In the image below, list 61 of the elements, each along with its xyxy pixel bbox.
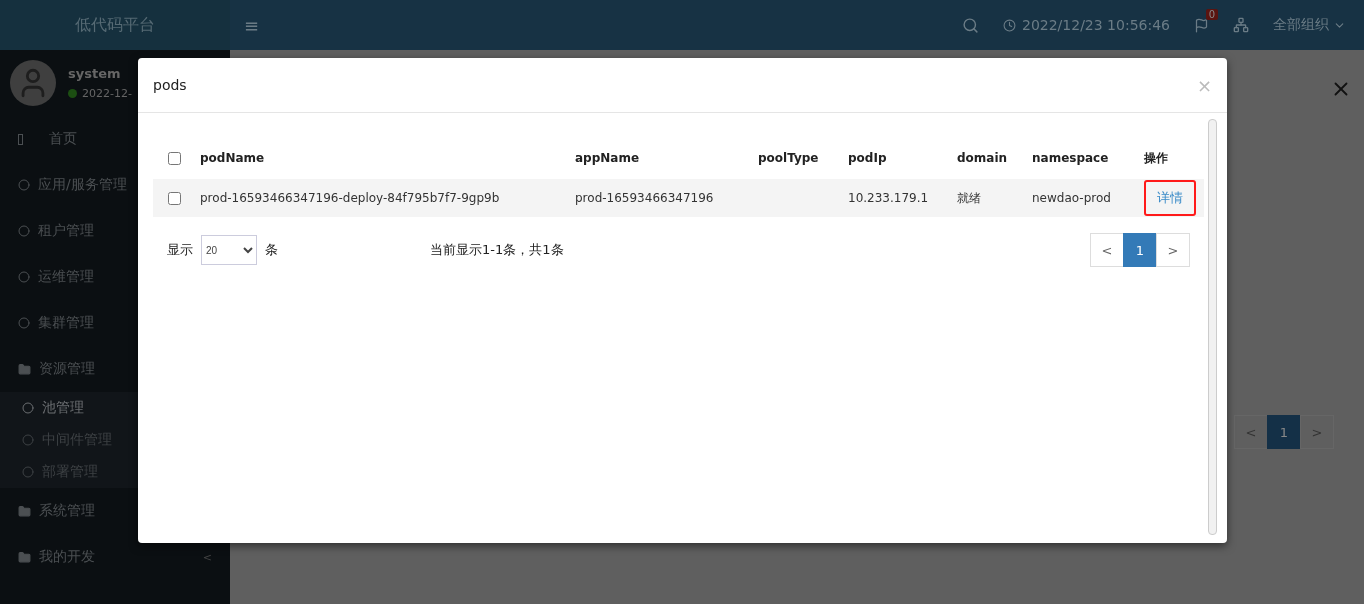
page-button[interactable]: > [1156, 233, 1190, 267]
close-button[interactable]: × [1196, 74, 1212, 96]
select-all-checkbox[interactable] [168, 151, 181, 165]
notification-badge: 0 [1205, 8, 1218, 20]
page-button[interactable]: 1 [1267, 415, 1301, 449]
table-cell: newdao-prod [1032, 191, 1111, 205]
clock-icon [1002, 18, 1016, 32]
table-cell: 10.233.179.1 [848, 191, 929, 205]
sidebar-item[interactable]: 我的开发 [0, 534, 95, 580]
network-icon[interactable] [1233, 17, 1249, 33]
column-header: 操作 [1144, 149, 1168, 167]
folder-icon [18, 504, 31, 518]
org-selector[interactable]: 全部组织 [1273, 16, 1346, 34]
page-button[interactable]: < [1234, 415, 1268, 449]
column-header: podName [200, 151, 265, 165]
sidebar-item[interactable]: 资源管理 [0, 346, 95, 392]
sidebar-item[interactable]: 系统管理 [0, 488, 95, 534]
details-link[interactable]: 详情 [1144, 180, 1196, 216]
page-button[interactable]: < [1090, 233, 1124, 267]
column-header: appName [575, 151, 640, 165]
user-name: system [68, 66, 122, 81]
sidebar-subitem[interactable]: 池管理 [0, 392, 230, 424]
row-checkbox[interactable] [168, 191, 181, 205]
sidebar-item[interactable]: 租户管理 [0, 208, 94, 254]
circle-icon [18, 225, 30, 237]
column-header: poolType [758, 151, 819, 165]
table-cell: 就绪 [957, 189, 981, 207]
app-logo: 低代码平台 [0, 0, 230, 50]
table-cell: prod-16593466347196-deploy-84f795b7f7-9gp9b [200, 191, 500, 205]
page-size-unit: 条 [265, 241, 278, 259]
sidebar-item[interactable]: 首页 [0, 116, 77, 162]
search-icon[interactable] [961, 16, 979, 34]
flag-icon[interactable] [1194, 17, 1209, 33]
circle-icon [22, 434, 34, 446]
folder-icon [18, 550, 31, 564]
column-header: domain [957, 151, 1008, 165]
column-header: podIp [848, 151, 887, 165]
sidebar-item[interactable]: 应用/服务管理 [0, 162, 127, 208]
page-size-select[interactable]: 20 [201, 235, 257, 265]
dialog-title: pods [153, 77, 187, 93]
sidebar-item[interactable]: 运维管理 [0, 254, 94, 300]
menu-icon[interactable]: ≡ [244, 14, 260, 36]
circle-icon [22, 402, 34, 414]
page-icon [18, 133, 23, 145]
circle-icon [18, 271, 30, 283]
page-button[interactable]: 1 [1123, 233, 1157, 267]
circle-icon [18, 317, 30, 329]
datetime: 2022/12/23 10:56:46 [1021, 17, 1170, 33]
collapse-button[interactable]: < [202, 550, 212, 564]
circle-icon [22, 466, 34, 478]
circle-icon [18, 179, 30, 191]
table-cell: prod-16593466347196 [575, 191, 714, 205]
folder-icon [18, 362, 31, 376]
avatar-icon [10, 60, 56, 106]
column-header: namespace [1032, 151, 1109, 165]
page-button[interactable]: > [1300, 415, 1334, 449]
login-date: 2022-12- [82, 87, 132, 100]
page-summary: 当前显示1-1条，共1条 [430, 241, 564, 259]
sidebar-item[interactable]: 集群管理 [0, 300, 94, 346]
page-size-label: 显示 [167, 241, 193, 259]
scrollbar[interactable] [1208, 119, 1217, 535]
